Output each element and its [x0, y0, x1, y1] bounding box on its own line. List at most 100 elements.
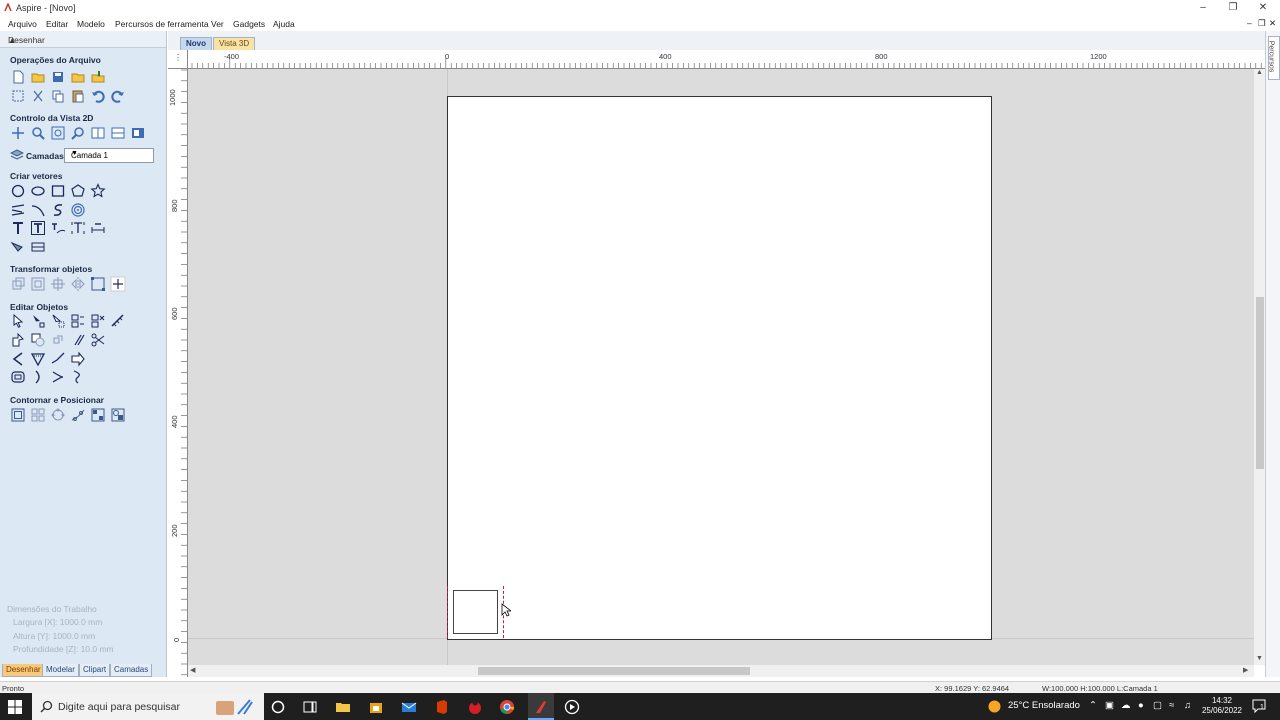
- menu-ajuda[interactable]: Ajuda: [273, 19, 295, 29]
- tab-novo[interactable]: Novo: [180, 37, 212, 50]
- notifications-icon[interactable]: 1: [1252, 699, 1266, 714]
- offset-icon[interactable]: [10, 407, 26, 423]
- tray-meet-icon[interactable]: ▣: [1105, 700, 1114, 711]
- arrow-shape-icon[interactable]: [70, 351, 86, 367]
- transform-select-icon[interactable]: [50, 313, 66, 329]
- view-grid-icon[interactable]: [110, 125, 126, 141]
- office-icon[interactable]: [434, 699, 450, 715]
- node-edit-icon[interactable]: [30, 313, 46, 329]
- scroll-right-icon[interactable]: ▶: [1243, 666, 1248, 674]
- polygon-tool-icon[interactable]: [70, 183, 86, 199]
- circle-tool-icon[interactable]: [10, 183, 26, 199]
- tray-volume-icon[interactable]: ♫: [1184, 700, 1191, 711]
- select-all-icon[interactable]: [10, 88, 26, 104]
- open-recent-icon[interactable]: [70, 69, 86, 85]
- text-tool-icon[interactable]: [10, 220, 26, 236]
- windows-start-icon[interactable]: [8, 700, 22, 714]
- menu-gadgets[interactable]: Gadgets: [233, 19, 265, 29]
- view-sheet-icon[interactable]: [90, 125, 106, 141]
- tray-display-icon[interactable]: ▢: [1153, 700, 1162, 711]
- save-icon[interactable]: [50, 69, 66, 85]
- fillet-left-icon[interactable]: [10, 351, 26, 367]
- mail-icon[interactable]: [401, 699, 417, 715]
- tray-chevron-up-icon[interactable]: ⌃: [1089, 700, 1097, 711]
- menu-percursos[interactable]: Percursos de ferramenta: [115, 19, 209, 29]
- weather-sun-icon[interactable]: [988, 700, 1001, 713]
- cut-icon[interactable]: [30, 88, 46, 104]
- tab-percursos[interactable]: Percursos: [1267, 36, 1280, 80]
- vertical-scroll-thumb[interactable]: [1256, 297, 1264, 469]
- ruler-corner[interactable]: ⋮: [168, 50, 188, 69]
- vertical-scrollbar[interactable]: ▲ ▼: [1254, 69, 1265, 665]
- draw-pen-icon[interactable]: [10, 239, 26, 255]
- curve-fit-icon[interactable]: [70, 369, 86, 385]
- auto-layout-text-icon[interactable]: [30, 220, 46, 236]
- material-sheet[interactable]: [447, 96, 992, 640]
- weld-icon[interactable]: [10, 332, 26, 348]
- scissors-icon[interactable]: [90, 332, 106, 348]
- taskbar-search[interactable]: Digite aqui para pesquisar: [32, 693, 264, 720]
- file-explorer-icon[interactable]: [335, 699, 351, 715]
- cortana-icon[interactable]: [270, 699, 286, 715]
- star-tool-icon[interactable]: [90, 183, 106, 199]
- mdi-close-icon[interactable]: ✕: [1269, 18, 1276, 29]
- zoom-icon[interactable]: [70, 125, 86, 141]
- copy-along-vector-icon[interactable]: [70, 407, 86, 423]
- curve-tool-icon[interactable]: [50, 202, 66, 218]
- arc-tool-icon[interactable]: [30, 202, 46, 218]
- redo-icon[interactable]: [110, 88, 126, 104]
- open-folder-icon[interactable]: [30, 69, 46, 85]
- auto-nesting-icon[interactable]: [110, 407, 126, 423]
- paste-icon[interactable]: [70, 88, 86, 104]
- menu-modelo[interactable]: Modelo: [77, 19, 105, 29]
- scroll-down-icon[interactable]: ▼: [1256, 655, 1263, 662]
- pan-icon[interactable]: [10, 125, 26, 141]
- menu-arquivo[interactable]: Arquivo: [8, 19, 37, 29]
- drawing-canvas[interactable]: [188, 69, 1254, 665]
- spiral-tool-icon[interactable]: [70, 202, 86, 218]
- distort-icon[interactable]: [110, 276, 126, 292]
- smooth-vector-icon[interactable]: [50, 369, 66, 385]
- tab-camadas[interactable]: Camadas: [110, 664, 153, 677]
- interactive-trim-icon[interactable]: [70, 313, 86, 329]
- select-pointer-icon[interactable]: [10, 313, 26, 329]
- circular-array-icon[interactable]: [50, 407, 66, 423]
- join-vectors-icon[interactable]: [70, 332, 86, 348]
- close-button[interactable]: ✕: [1248, 0, 1278, 16]
- store-icon[interactable]: [368, 699, 384, 715]
- tab-desenhar[interactable]: Desenhar: [2, 664, 45, 677]
- align-icon[interactable]: [30, 276, 46, 292]
- text-on-curve-icon[interactable]: [50, 220, 66, 236]
- scroll-left-icon[interactable]: ◀: [190, 666, 195, 674]
- view-options-icon[interactable]: [130, 125, 146, 141]
- scale-icon[interactable]: [90, 276, 106, 292]
- array-copy-icon[interactable]: [30, 407, 46, 423]
- tray-wifi-icon[interactable]: ≈: [1169, 700, 1174, 711]
- zoom-extents-icon[interactable]: [50, 125, 66, 141]
- weather-text[interactable]: 25°C Ensolarado: [1008, 700, 1080, 711]
- ellipse-tool-icon[interactable]: [30, 183, 46, 199]
- menu-editar[interactable]: Editar: [46, 19, 68, 29]
- zoom-box-icon[interactable]: [30, 125, 46, 141]
- close-vector-icon[interactable]: [30, 369, 46, 385]
- tab-vista-3d[interactable]: Vista 3D: [213, 37, 256, 50]
- layer-select[interactable]: Camada 1 ▼: [64, 148, 154, 163]
- new-file-icon[interactable]: [10, 69, 26, 85]
- move-icon[interactable]: [10, 276, 26, 292]
- tray-onedrive-icon[interactable]: ☁: [1121, 700, 1131, 711]
- task-view-icon[interactable]: [302, 699, 318, 715]
- pin-icon[interactable]: ▲: [8, 35, 16, 45]
- rectangle-tool-icon[interactable]: [50, 183, 66, 199]
- text-arc-icon[interactable]: [70, 220, 86, 236]
- undo-icon[interactable]: [90, 88, 106, 104]
- tab-modelar[interactable]: Modelar: [42, 664, 79, 677]
- chamfer-icon[interactable]: [30, 351, 46, 367]
- extend-vector-icon[interactable]: [50, 351, 66, 367]
- polyline-tool-icon[interactable]: [10, 202, 26, 218]
- dimension-tool-icon[interactable]: [90, 220, 106, 236]
- horizontal-scrollbar[interactable]: ◀ ▶: [188, 665, 1254, 677]
- menu-ver[interactable]: Ver: [211, 19, 224, 29]
- maximize-button[interactable]: ❐: [1218, 0, 1248, 16]
- ladybug-app-icon[interactable]: [467, 699, 483, 715]
- trim-delete-icon[interactable]: [90, 313, 106, 329]
